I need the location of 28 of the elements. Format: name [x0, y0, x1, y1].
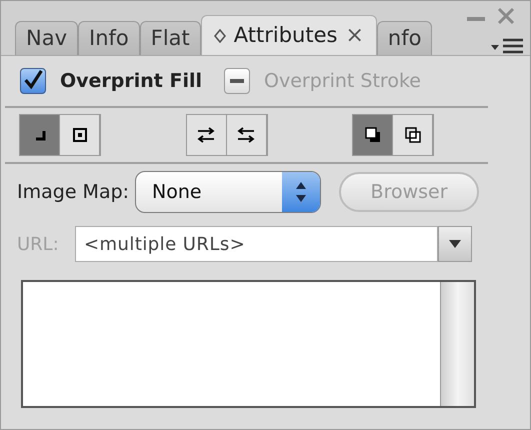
url-dropdown-button[interactable] [438, 226, 472, 262]
arrows-icon [196, 125, 216, 145]
tab-close-button[interactable]: × [345, 19, 364, 52]
panel-tab[interactable]: nfo [376, 21, 432, 55]
toolbar-button[interactable] [186, 115, 226, 155]
toolbar-button[interactable] [60, 115, 100, 155]
checkbox-label: Overprint Fill [60, 68, 202, 94]
toolbar-button[interactable] [353, 115, 393, 155]
image-map-label: Image Map: [17, 180, 130, 205]
stepper-arrows-icon [295, 181, 308, 203]
panel-tab[interactable]: Attributes × [200, 15, 377, 55]
panel-tab[interactable]: Info [78, 21, 140, 55]
checkbox[interactable] [224, 68, 250, 94]
toolbar-button[interactable] [20, 115, 60, 155]
url-label: URL: [17, 232, 60, 256]
scrollbar-track[interactable] [440, 282, 474, 406]
panel-tab[interactable]: Nav [15, 21, 78, 55]
panel-tab[interactable]: Flat [140, 21, 201, 55]
toolbar-button[interactable] [226, 115, 266, 155]
image-map-select[interactable]: None [135, 171, 322, 213]
overlapping-squares-icon [402, 125, 422, 145]
overlapping-squares-icon [362, 125, 382, 145]
checkbox-label: Overprint Stroke [264, 68, 421, 94]
caret-icon [448, 239, 462, 249]
url-list-box[interactable] [21, 280, 476, 408]
diamond-icon [214, 28, 226, 42]
arrows-icon [236, 125, 256, 145]
toolbar-button[interactable] [393, 115, 433, 155]
